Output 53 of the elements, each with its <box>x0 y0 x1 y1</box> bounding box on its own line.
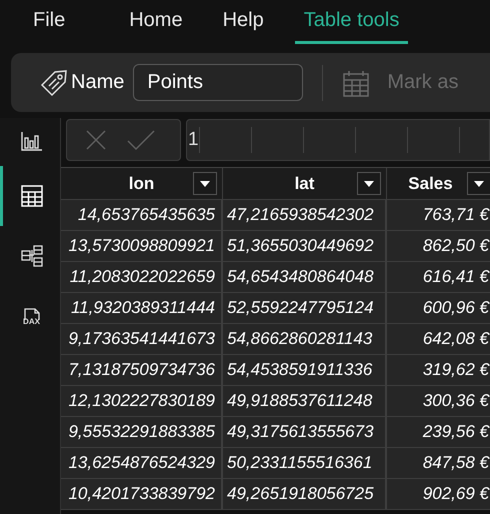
column-header-text: lon <box>128 174 154 194</box>
table-cell: 51,3655030449692 <box>223 231 387 262</box>
menu-tab[interactable]: Table tools <box>294 0 408 44</box>
table-cell: 847,58 € <box>387 448 490 479</box>
table-cell: 862,50 € <box>387 231 490 262</box>
caret-icon <box>200 180 210 186</box>
model-icon <box>20 244 44 268</box>
table-cell: 9,17363541441673 <box>61 324 223 355</box>
table-cell: 11,2083022022659 <box>61 262 223 293</box>
filter-dropdown-button[interactable] <box>467 172 490 195</box>
menu-tab[interactable]: File <box>24 0 74 44</box>
table-cell: 12,1302227830189 <box>61 386 223 417</box>
table-cell: 9,55532291883385 <box>61 417 223 448</box>
table-cell: 10,4201733839792 <box>61 479 223 510</box>
menu-tab[interactable]: Home <box>120 0 192 44</box>
table-icon <box>20 184 44 208</box>
table-cell: 50,2331155516361 <box>223 448 387 479</box>
formula-field[interactable]: 1 <box>186 119 490 161</box>
column-header-text: Sales <box>408 174 454 194</box>
table-cell: 763,71 € <box>387 200 490 231</box>
table-cell: 13,5730098809921 <box>61 231 223 262</box>
calendar-icon <box>342 68 370 96</box>
checkmark-icon <box>126 128 156 152</box>
table-cell: 54,6543480864048 <box>223 262 387 293</box>
table-cell: 11,9320389311444 <box>61 293 223 324</box>
table-cell: 642,08 € <box>387 324 490 355</box>
menu-tab[interactable]: Help <box>214 0 273 44</box>
table-cell: 47,2165938542302 <box>223 200 387 231</box>
table-cell: 49,9188537611248 <box>223 386 387 417</box>
table-cell: 319,62 € <box>387 355 490 386</box>
table-cell: 7,13187509734736 <box>61 355 223 386</box>
name-label: Name <box>71 71 124 94</box>
table-cell: 616,41 € <box>387 262 490 293</box>
table-cell: 52,5592247795124 <box>223 293 387 324</box>
caret-icon <box>364 180 374 186</box>
filter-dropdown-button[interactable] <box>193 172 217 195</box>
table-cell: 49,3175613555673 <box>223 417 387 448</box>
formula-text: 1 <box>188 129 199 151</box>
name-field[interactable]: Points <box>133 64 304 101</box>
table-cell: 13,6254876524329 <box>61 448 223 479</box>
table-cell: 14,653765435635 <box>61 200 223 231</box>
column-header-text: lat <box>294 174 314 194</box>
caret-icon <box>474 180 484 186</box>
table-cell: 600,96 € <box>387 293 490 324</box>
table-cell: 902,69 € <box>387 479 490 510</box>
tag-icon <box>39 68 69 98</box>
table-cell: 54,8662860281143 <box>223 324 387 355</box>
table-cell: 239,56 € <box>387 417 490 448</box>
filter-dropdown-button[interactable] <box>357 172 381 195</box>
table-cell: 300,36 € <box>387 386 490 417</box>
close-icon <box>84 128 108 152</box>
table-cell: 54,4538591911336 <box>223 355 387 386</box>
table-cell: 49,2651918056725 <box>223 479 387 510</box>
